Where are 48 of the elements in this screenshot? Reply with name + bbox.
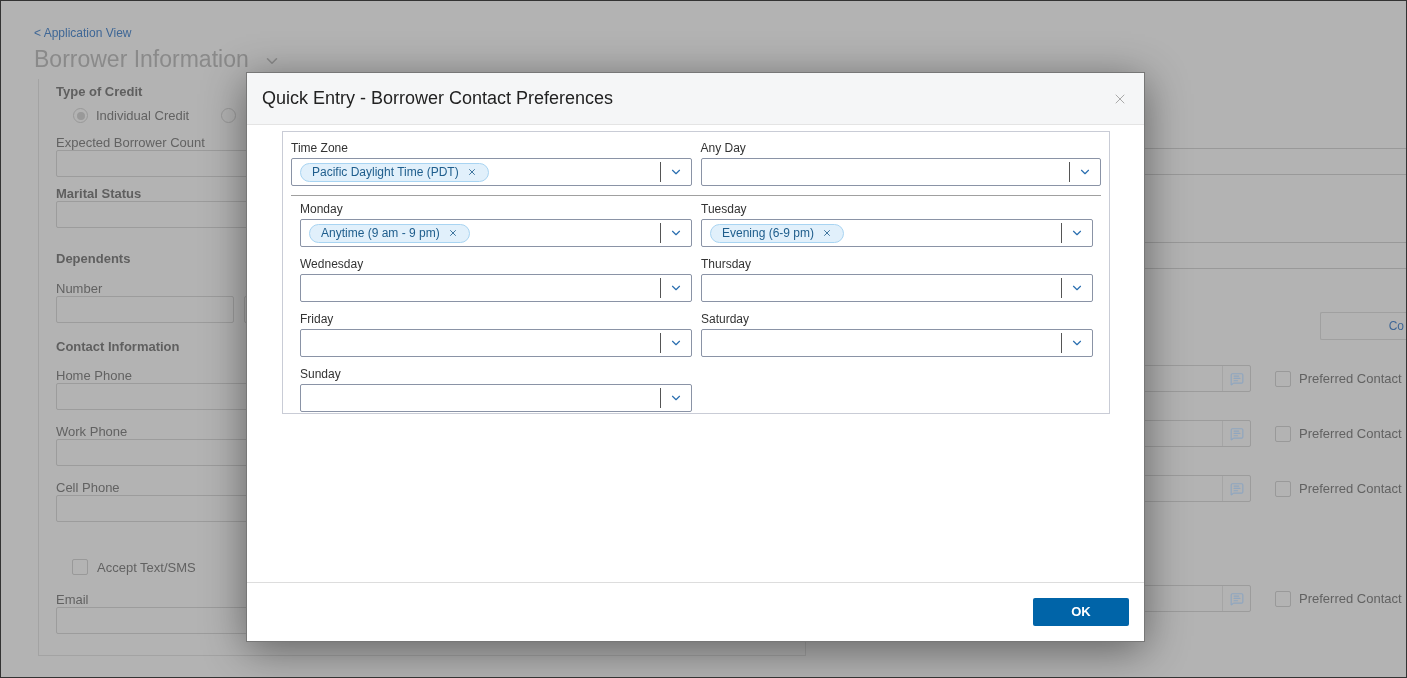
field-label: Saturday (701, 312, 751, 326)
multi-select-field[interactable] (300, 384, 692, 412)
field-label: Monday (300, 202, 344, 216)
section-heading: Contact Information (56, 339, 180, 354)
checkbox-label: Preferred Contact (1299, 424, 1402, 443)
ok-button[interactable]: OK (1033, 598, 1129, 626)
checkbox[interactable] (1275, 590, 1291, 607)
field-label: Email (56, 593, 89, 607)
field-label: Any Day (700, 141, 747, 155)
checkbox-label: Preferred Contact (1299, 589, 1402, 608)
multi-select-field[interactable] (300, 274, 692, 302)
multi-select-field[interactable]: Pacific Daylight Time (PDT) (291, 158, 692, 186)
dialog-title: Quick Entry - Borrower Contact Preferences (262, 87, 615, 110)
field-label: Wednesday (300, 257, 365, 271)
multi-select-field[interactable]: Anytime (9 am - 9 pm) (300, 219, 692, 247)
section-heading: Type of Credit (56, 85, 143, 99)
field-label: Tuesday (701, 202, 748, 216)
checkbox-label: Preferred Contact (1299, 369, 1402, 388)
field-label: Cell Phone (56, 480, 120, 495)
selected-chip: Pacific Daylight Time (PDT) (300, 162, 489, 182)
radio-label: Individual Credit (96, 107, 190, 125)
field-label: Time Zone (291, 141, 349, 155)
checkbox[interactable] (72, 559, 88, 576)
multi-select-field[interactable] (701, 329, 1093, 357)
remove-icon[interactable] (822, 228, 833, 238)
checkbox[interactable] (1275, 480, 1291, 497)
field-label: Number (56, 281, 103, 296)
field-label: Home Phone (56, 368, 132, 383)
remove-icon[interactable] (447, 228, 458, 238)
multi-select-field[interactable] (700, 158, 1101, 186)
checkbox[interactable] (1275, 425, 1291, 442)
selected-chip: Evening (6-9 pm) (710, 223, 845, 243)
checkbox[interactable] (1275, 370, 1291, 387)
field-label: Work Phone (56, 424, 128, 439)
multi-select-field[interactable] (300, 329, 692, 357)
checkbox-label: Accept Text/SMS (97, 558, 196, 577)
input-field[interactable] (56, 295, 234, 323)
selected-chip: Anytime (9 am - 9 pm) (309, 223, 470, 243)
field-label: Thursday (701, 257, 753, 271)
multi-select-field[interactable] (701, 274, 1093, 302)
section-heading: Marital Status (56, 186, 142, 201)
section-heading: Dependents (56, 251, 131, 266)
field-label: Friday (300, 312, 335, 326)
field-label: Sunday (300, 367, 342, 381)
multi-select-field[interactable]: Evening (6-9 pm) (701, 219, 1093, 247)
checkbox-label: Preferred Contact (1299, 479, 1402, 498)
remove-icon[interactable] (466, 167, 477, 177)
field-label: Expected Borrower Count (56, 135, 205, 150)
